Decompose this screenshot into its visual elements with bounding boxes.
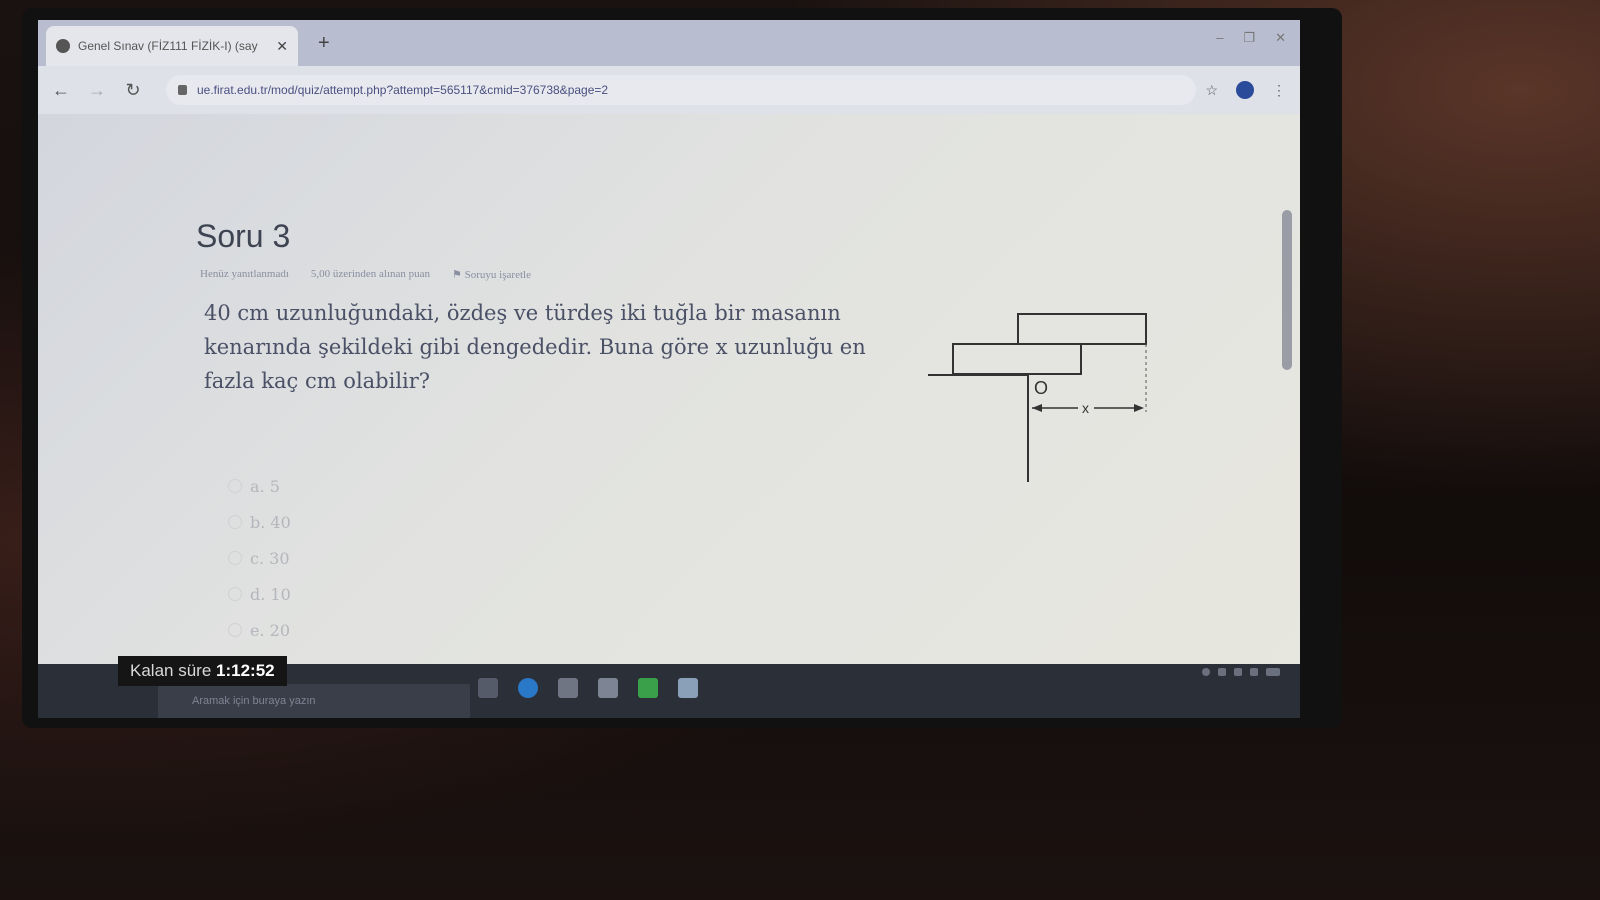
spotify-icon[interactable] [638, 678, 658, 698]
bookmark-star-icon[interactable]: ☆ [1205, 82, 1218, 99]
answer-radio[interactable] [228, 551, 242, 565]
answer-option[interactable]: b. 40 [228, 504, 291, 540]
answer-label: b. 40 [250, 512, 291, 532]
address-bar[interactable]: ue.firat.edu.tr/mod/quiz/attempt.php?att… [166, 75, 1196, 105]
notifications-icon[interactable] [1266, 668, 1280, 676]
browser-tab[interactable]: Genel Sınav (FİZ111 FİZİK-I) (say ✕ [46, 26, 298, 66]
minimize-icon[interactable]: – [1216, 30, 1223, 46]
lock-icon [178, 85, 187, 95]
scrollbar[interactable] [1282, 210, 1292, 370]
site-favicon-icon [56, 39, 70, 53]
answer-label: e. 20 [250, 620, 290, 640]
question-text: 40 cm uzunluğundaki, özdeş ve türdeş iki… [204, 301, 866, 393]
edge-browser-icon[interactable] [518, 678, 538, 698]
quiz-page: Soru 3 Henüz yanıtlanmadı 5,00 üzerinden… [38, 114, 1300, 718]
close-tab-icon[interactable]: ✕ [276, 38, 288, 55]
timer-value: 1:12:52 [216, 661, 275, 680]
pivot-label: O [1034, 378, 1048, 398]
flag-label: Soruyu işaretle [464, 269, 531, 281]
top-brick [1017, 313, 1147, 345]
timer-label: Kalan süre [130, 661, 212, 680]
bottom-brick [952, 343, 1082, 375]
chrome-icon[interactable] [678, 678, 698, 698]
answer-label: d. 10 [250, 584, 291, 604]
reload-icon[interactable]: ↻ [120, 80, 146, 101]
new-tab-icon[interactable]: + [318, 32, 330, 55]
volume-icon[interactable] [1250, 668, 1258, 676]
browser-toolbar: ← → ↻ ue.firat.edu.tr/mod/quiz/attempt.p… [38, 66, 1300, 114]
task-view-icon[interactable] [478, 678, 498, 698]
taskbar-search[interactable]: Aramak için buraya yazın [158, 684, 470, 718]
x-arrowhead-left [1032, 404, 1042, 412]
x-label: x [1082, 400, 1089, 416]
flag-icon: ⚑ [452, 269, 465, 281]
question-status: Henüz yanıtlanmadı [200, 268, 289, 280]
answer-label: a. 5 [250, 476, 280, 496]
profile-avatar[interactable] [1236, 81, 1254, 99]
answer-radio[interactable] [228, 515, 242, 529]
flag-question-link[interactable]: ⚑ Soruyu işaretle [452, 268, 531, 281]
answer-radio[interactable] [228, 587, 242, 601]
question-title: Soru 3 [196, 218, 291, 254]
x-arrowhead-right [1134, 404, 1144, 412]
close-window-icon[interactable]: ✕ [1275, 30, 1286, 46]
answer-option[interactable]: e. 20 [228, 612, 291, 648]
answer-list: a. 5 b. 40 c. 30 d. 10 e. 20 [228, 468, 291, 648]
answer-label: c. 30 [250, 548, 290, 568]
store-icon[interactable] [558, 678, 578, 698]
tray-app-icon[interactable] [1202, 668, 1210, 676]
kebab-menu-icon[interactable]: ⋮ [1272, 82, 1286, 99]
mail-icon[interactable] [598, 678, 618, 698]
answer-option[interactable]: d. 10 [228, 576, 291, 612]
restore-icon[interactable]: ❐ [1243, 30, 1255, 46]
tab-title: Genel Sınav (FİZ111 FİZİK-I) (say [78, 39, 258, 53]
tab-strip: Genel Sınav (FİZ111 FİZİK-I) (say ✕ + – … [38, 20, 1300, 66]
forward-icon[interactable]: → [84, 80, 110, 101]
window-controls: – ❐ ✕ [1216, 30, 1286, 46]
answer-option[interactable]: a. 5 [228, 468, 291, 504]
system-tray [1202, 668, 1280, 676]
answer-radio[interactable] [228, 623, 242, 637]
taskbar-apps [478, 678, 698, 698]
question-points: 5,00 üzerinden alınan puan [310, 268, 431, 280]
toolbar-right: ☆ ⋮ [1205, 81, 1286, 99]
time-remaining: Kalan süre 1:12:52 [118, 656, 287, 686]
battery-icon[interactable] [1234, 668, 1242, 676]
network-icon[interactable] [1218, 668, 1226, 676]
laptop-screen: Genel Sınav (FİZ111 FİZİK-I) (say ✕ + – … [38, 20, 1300, 718]
bricks-figure: O x [928, 313, 1147, 482]
question-info: Henüz yanıtlanmadı 5,00 üzerinden alınan… [200, 268, 531, 281]
back-icon[interactable]: ← [48, 80, 74, 101]
url-text: ue.firat.edu.tr/mod/quiz/attempt.php?att… [197, 83, 609, 97]
answer-option[interactable]: c. 30 [228, 540, 291, 576]
answer-radio[interactable] [228, 479, 242, 493]
